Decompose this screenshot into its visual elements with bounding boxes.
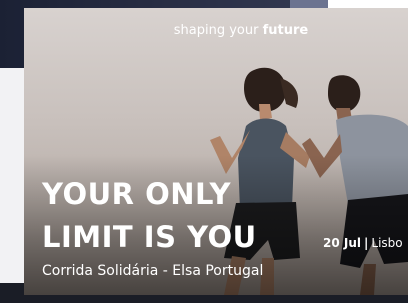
brand-tagline: shaping your future (171, 23, 311, 38)
event-banner-card[interactable]: shaping your future YOUR ONLY LIMIT IS Y… (24, 8, 408, 295)
headline-line-1: YOUR ONLY (42, 177, 231, 211)
event-location: Lisbo (371, 236, 403, 250)
event-subtitle: Corrida Solidária - Elsa Portugal (42, 263, 264, 279)
event-date-location: 20 Jul | Lisbo (323, 236, 403, 250)
separator: | (364, 236, 369, 250)
background-highlight (290, 0, 330, 8)
event-date: 20 Jul (323, 236, 361, 250)
headline-line-2: LIMIT IS YOU (42, 220, 257, 254)
tagline-prefix: shaping your (173, 23, 263, 38)
headline: YOUR ONLY LIMIT IS YOU (42, 173, 257, 259)
tagline-bold: future (262, 23, 309, 38)
